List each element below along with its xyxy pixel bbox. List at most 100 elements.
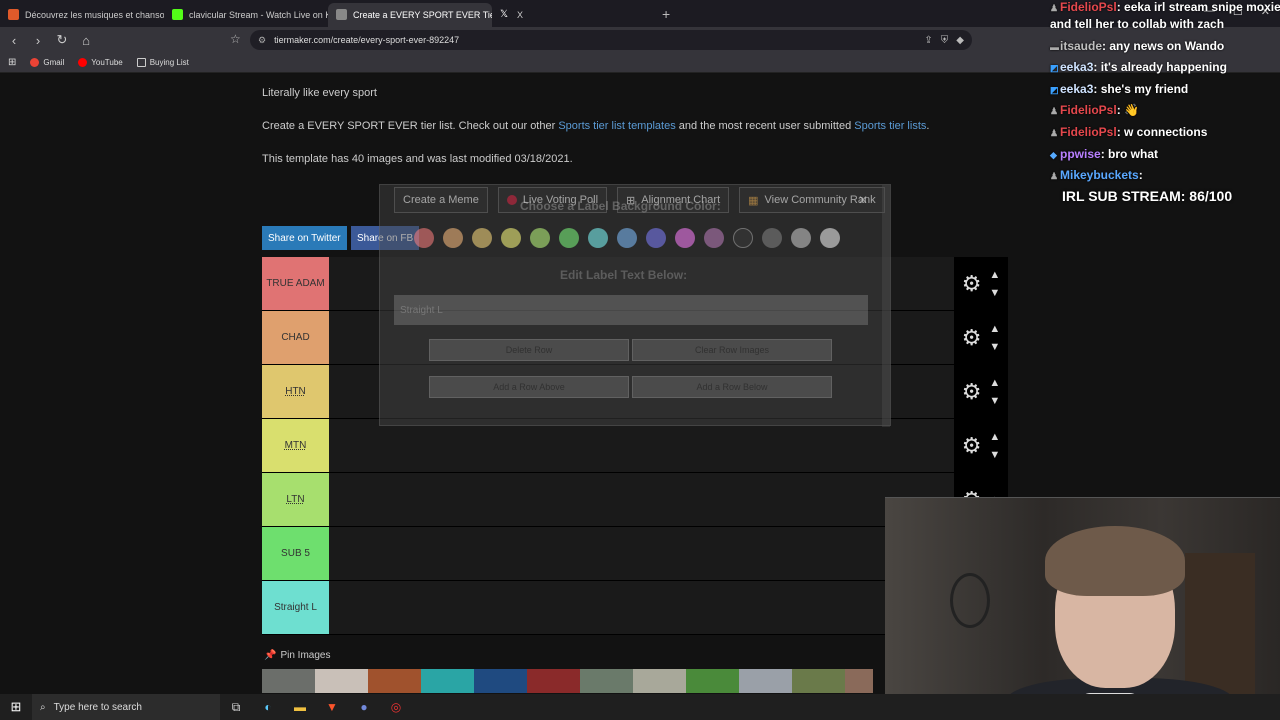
color-swatch[interactable]	[675, 228, 695, 248]
sport-image[interactable]	[739, 669, 792, 693]
move-up-icon[interactable]: ▲	[989, 428, 1000, 446]
reload-icon[interactable]: ↻	[52, 32, 72, 48]
taskbar-search[interactable]: ⌕ Type here to search	[32, 694, 220, 720]
tier-drop-zone[interactable]	[329, 527, 954, 580]
task-view-icon[interactable]: ⧉	[220, 700, 252, 715]
color-swatch[interactable]	[559, 228, 579, 248]
move-up-icon[interactable]: ▲	[989, 374, 1000, 392]
discord-icon[interactable]: ●	[348, 700, 380, 714]
gear-icon[interactable]: ⚙	[962, 325, 982, 351]
color-swatch[interactable]	[472, 228, 492, 248]
tier-label[interactable]: CHAD	[262, 311, 329, 364]
sport-image[interactable]	[262, 669, 315, 693]
chat-text: : she's my friend	[1093, 82, 1189, 96]
windows-start-icon[interactable]: ⊞	[0, 699, 32, 715]
sport-image[interactable]	[421, 669, 474, 693]
clear-row-images-button[interactable]: Clear Row Images	[632, 339, 832, 361]
tier-label[interactable]: HTN	[262, 365, 329, 418]
share-icon[interactable]: ⇪	[924, 35, 932, 46]
tier-label[interactable]: SUB 5	[262, 527, 329, 580]
tier-drop-zone[interactable]	[329, 473, 954, 526]
obs-icon[interactable]: ◎	[380, 700, 412, 714]
sport-image[interactable]	[845, 669, 873, 693]
share-twitter-button[interactable]: Share on Twitter	[262, 226, 347, 250]
sport-image[interactable]	[527, 669, 580, 693]
site-info-icon[interactable]: ⚙	[258, 35, 266, 46]
tab-1[interactable]: clavicular Stream - Watch Live on Kick	[164, 3, 328, 27]
move-down-icon[interactable]: ▼	[989, 338, 1000, 356]
description-text: Literally like every sport	[262, 87, 377, 99]
add-row-below-button[interactable]: Add a Row Below	[632, 376, 832, 398]
search-placeholder: Type here to search	[53, 701, 142, 713]
tier-drop-zone[interactable]	[329, 419, 954, 472]
gear-icon[interactable]: ⚙	[962, 433, 982, 459]
color-swatch[interactable]	[530, 228, 550, 248]
color-swatches	[414, 228, 840, 248]
close-icon[interactable]: ✕	[858, 193, 868, 207]
back-icon[interactable]: ‹	[4, 33, 24, 48]
address-bar[interactable]: ⚙ tiermaker.com/create/every-sport-ever-…	[250, 30, 972, 50]
tier-label[interactable]: MTN	[262, 419, 329, 472]
new-tab-icon[interactable]: +	[662, 6, 670, 22]
address-bar-actions: ⇪ ⛨ ◆	[924, 35, 964, 46]
pin-images-toggle[interactable]: 📌 Pin Images	[264, 650, 330, 661]
move-up-icon[interactable]: ▲	[989, 320, 1000, 338]
home-icon[interactable]: ⌂	[76, 33, 96, 48]
ai-icon[interactable]: ◆	[956, 35, 964, 46]
shield-icon[interactable]: ⛨	[941, 35, 949, 46]
gear-icon[interactable]: ⚙	[962, 379, 982, 405]
color-swatch[interactable]	[414, 228, 434, 248]
sport-image[interactable]	[633, 669, 686, 693]
color-swatch[interactable]	[704, 228, 724, 248]
color-swatch[interactable]	[820, 228, 840, 248]
sub-goal-text: IRL SUB STREAM: 86/100	[1062, 188, 1233, 204]
gear-icon[interactable]: ⚙	[962, 271, 982, 297]
move-down-icon[interactable]: ▼	[989, 284, 1000, 302]
tier-drop-zone[interactable]	[329, 581, 954, 634]
sport-image[interactable]	[792, 669, 845, 693]
sport-image[interactable]	[686, 669, 739, 693]
color-swatch[interactable]	[588, 228, 608, 248]
tab-2[interactable]: Create a EVERY SPORT EVER Tier✕	[328, 2, 492, 27]
bookmark-youtube[interactable]: YouTube	[78, 58, 123, 67]
color-swatch[interactable]	[443, 228, 463, 248]
tab-3[interactable]: 𝕏X	[492, 3, 656, 27]
color-swatch[interactable]	[733, 228, 753, 248]
sport-image[interactable]	[368, 669, 421, 693]
label-text-input[interactable]: Straight L	[394, 295, 868, 325]
fan-shape	[950, 573, 990, 628]
add-row-above-button[interactable]: Add a Row Above	[429, 376, 629, 398]
tab-0[interactable]: Découvrez les musiques et chansons	[0, 3, 164, 27]
move-down-icon[interactable]: ▼	[989, 392, 1000, 410]
bookmark-icon[interactable]: ☆	[230, 32, 241, 46]
chat-message: ◩eeka3: it's already happening	[1050, 60, 1227, 74]
chat-text: :	[1138, 168, 1143, 182]
sport-image[interactable]	[315, 669, 368, 693]
user-badge-icon: ♟	[1050, 106, 1059, 116]
brave-browser-icon[interactable]: ▼	[316, 700, 348, 714]
file-explorer-icon[interactable]: ▬	[284, 700, 316, 714]
move-down-icon[interactable]: ▼	[989, 446, 1000, 464]
bookmark-gmail[interactable]: Gmail	[30, 58, 64, 67]
tier-label[interactable]: TRUE ADAM	[262, 257, 329, 310]
color-swatch[interactable]	[791, 228, 811, 248]
delete-row-button[interactable]: Delete Row	[429, 339, 629, 361]
sports-templates-link[interactable]: Sports tier list templates	[558, 120, 675, 132]
chat-text: : 👋	[1116, 103, 1139, 117]
bookmark-buying-list[interactable]: Buying List	[136, 58, 189, 67]
tier-label[interactable]: LTN	[262, 473, 329, 526]
color-swatch[interactable]	[617, 228, 637, 248]
color-swatch[interactable]	[501, 228, 521, 248]
modal-scrollbar[interactable]	[882, 185, 890, 427]
move-up-icon[interactable]: ▲	[989, 266, 1000, 284]
sport-image[interactable]	[474, 669, 527, 693]
sports-tier-lists-link[interactable]: Sports tier lists	[854, 120, 926, 132]
forward-icon[interactable]: ›	[28, 33, 48, 48]
sport-image[interactable]	[580, 669, 633, 693]
tab-favicon	[336, 9, 347, 20]
tier-label[interactable]: Straight L	[262, 581, 329, 634]
color-swatch[interactable]	[762, 228, 782, 248]
color-swatch[interactable]	[646, 228, 666, 248]
apps-icon[interactable]: ⊞	[8, 57, 16, 68]
copilot-icon[interactable]: ◐	[252, 700, 284, 714]
